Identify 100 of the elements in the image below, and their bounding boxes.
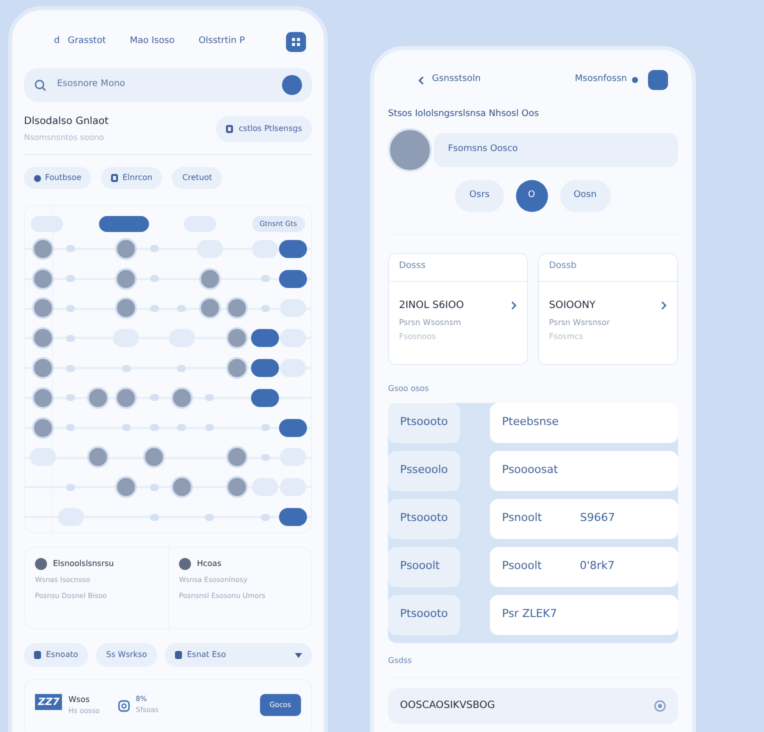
info-card[interactable]: Dosss 2INOL S6IOO Psrsn Wsosnsm Fsosnoos (388, 252, 528, 364)
cell-text: Pteebsnse (502, 414, 559, 430)
back-label[interactable]: d (54, 35, 60, 49)
avatar-placeholder (226, 357, 248, 380)
tag-icon (111, 174, 118, 182)
filter-chip[interactable]: Elnrcon (101, 167, 162, 189)
brand-name: Wsos (68, 694, 91, 706)
table-cell: Ptsoooto (388, 498, 460, 538)
card-header: Dossb (539, 254, 677, 282)
slot-pill[interactable] (251, 359, 280, 378)
filter-chip[interactable]: Foutbsoe (24, 167, 92, 189)
avatar-placeholder (32, 416, 54, 439)
avatar-placeholder (226, 327, 248, 350)
card-header: Dosss (389, 254, 527, 282)
slot-pill[interactable] (279, 508, 307, 526)
slot-pill[interactable] (279, 270, 307, 288)
avatar-placeholder (143, 446, 166, 468)
slot-pill[interactable] (279, 418, 307, 437)
radio-icon (654, 700, 666, 712)
cell-text: Psnoolt (502, 510, 542, 526)
badge-icon (34, 651, 41, 659)
avatar-placeholder (115, 297, 138, 320)
table-cell: Ptsoooto (388, 594, 460, 634)
header-link[interactable]: Mao Isoso (130, 35, 175, 49)
filter-chip[interactable]: Cretuot (172, 167, 222, 189)
card-text: Psrsn Wsrsnsor (548, 316, 611, 328)
avatar-placeholder (226, 297, 248, 320)
avatar-placeholder (226, 446, 248, 468)
cell-text: Psooolt (502, 558, 542, 574)
avatar-placeholder (170, 476, 193, 498)
cell-amount: 0'8rk7 (580, 558, 615, 574)
avatar-placeholder (179, 558, 191, 570)
name-field[interactable]: Fsomsns Oosco (434, 132, 678, 166)
avatar-placeholder (87, 386, 110, 409)
avatar-placeholder (32, 357, 54, 380)
header-link[interactable]: Msosnfossn (574, 73, 627, 87)
avatar-placeholder (198, 297, 221, 320)
grid-button[interactable] (286, 32, 306, 52)
chevron-right-icon (511, 300, 517, 310)
avatar-placeholder (32, 386, 54, 409)
card-value: 2INOL S6IOO (399, 298, 464, 312)
header-link[interactable]: Olsstrtin P (198, 35, 245, 49)
card-text: Psrsn Wsosnsm (398, 316, 462, 328)
chevron-right-icon (661, 300, 667, 310)
table-cell: Psooolt (388, 546, 460, 586)
avatar-placeholder (226, 476, 248, 498)
header-link[interactable]: Grasstot (68, 35, 106, 49)
cell-text: Psoooosat (502, 462, 558, 478)
chevron-left-icon (418, 76, 424, 84)
avatar-placeholder (115, 238, 138, 260)
avatar-placeholder (115, 268, 138, 290)
section-subtitle: Nsomsnsntos soono (24, 132, 105, 144)
badge-icon (174, 651, 182, 659)
slot-pill[interactable] (251, 388, 280, 407)
search-input[interactable]: Esosnore Mono (57, 78, 272, 92)
text-field[interactable]: OOSCAOSIKVSBOG (388, 688, 678, 724)
info-card[interactable]: Dossb SOIOONY Psrsn Wsrsnsor Fsosmcs (538, 252, 678, 364)
card-text: Fsosmcs (548, 330, 584, 342)
avatar-placeholder (115, 386, 138, 409)
search-field[interactable]: Esosnore Mono (24, 68, 312, 102)
card-value: SOIOONY (549, 298, 596, 312)
segment-button[interactable]: Osrs (455, 180, 504, 212)
back-link[interactable]: Gsnsstsoln (418, 73, 481, 87)
segment-button[interactable]: Oosn (560, 180, 611, 212)
avatar-placeholder (115, 476, 138, 498)
filter-button[interactable]: Ss Wsrkso (96, 643, 157, 667)
avatar-placeholder (32, 268, 54, 290)
tag-icon (226, 125, 233, 133)
segment-button[interactable]: O (516, 180, 548, 212)
avatar-placeholder (388, 128, 432, 172)
filter-button[interactable] (282, 75, 302, 95)
time-pill[interactable] (98, 216, 148, 232)
logo-mark: ZZ7 (35, 694, 62, 710)
avatar-placeholder (198, 268, 221, 290)
filter-button[interactable]: Esnat Eso (164, 643, 312, 667)
filter-button[interactable]: Esnoato (24, 643, 88, 667)
cell-text: Psr ZLEK7 (502, 606, 558, 622)
slot-pill[interactable] (251, 329, 280, 348)
page-heading: Stsos Iololsngsrslsnsa Nhsosl Oos (388, 108, 540, 121)
avatar-placeholder (32, 297, 54, 320)
section-label: Gsdss (388, 654, 678, 678)
caret-icon (295, 652, 302, 658)
card-text: Fsosnoos (398, 330, 437, 342)
search-icon (34, 78, 47, 92)
table-cell: Ptsoooto (388, 402, 460, 442)
menu-button[interactable] (648, 70, 668, 90)
table-cell: Psseoolo (388, 450, 460, 490)
cell-amount: S9667 (580, 510, 615, 526)
avatar-placeholder (35, 558, 47, 570)
section-title: Dlsodalso Gnlaot (24, 115, 109, 129)
card-title: Elsnoolslsnsrsu (53, 558, 114, 570)
card-title: Hcoas (197, 558, 222, 570)
slot-pill[interactable] (279, 240, 307, 258)
settings-button[interactable]: cstlos Ptlsensgs (216, 116, 312, 142)
avatar-placeholder (32, 327, 54, 350)
grid-icon (291, 37, 301, 47)
avatar-placeholder (87, 446, 110, 468)
section-label: Gsoo osos (388, 382, 430, 394)
camera-icon (118, 700, 130, 712)
avatar-placeholder (32, 238, 54, 260)
